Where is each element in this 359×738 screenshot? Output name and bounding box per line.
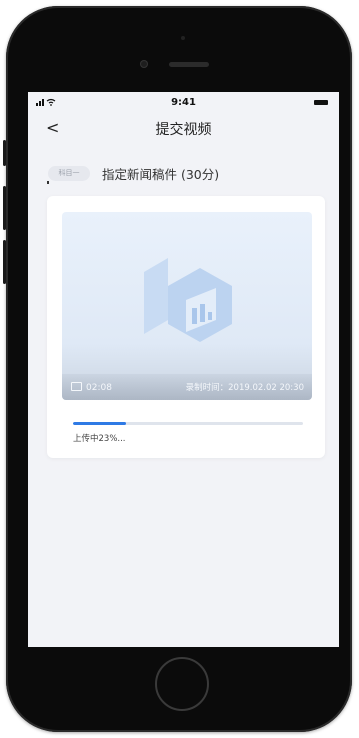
volume-down-button: [3, 240, 6, 284]
subject-tag: 科目一: [48, 166, 90, 181]
nav-bar: < 提交视频: [28, 112, 339, 142]
status-time: 9:41: [171, 97, 196, 108]
home-button[interactable]: [155, 657, 209, 711]
volume-up-button: [3, 186, 6, 230]
status-bar: 9:41: [28, 92, 339, 110]
front-camera: [140, 60, 148, 68]
app-logo-watermark-icon: [144, 258, 232, 342]
subject-header: 科目一 指定新闻稿件 (30分): [44, 164, 334, 184]
subject-title: 指定新闻稿件 (30分): [102, 167, 220, 182]
phone-screen: 9:41 < 提交视频 科目一 指定新闻稿件 (30分) 02:08 录制时间：…: [28, 92, 339, 647]
upload-progress-fill: [73, 422, 126, 425]
video-thumbnail[interactable]: 02:08 录制时间：2019.02.02 20:30: [62, 212, 312, 400]
mute-switch: [3, 140, 6, 166]
subject-marker: [47, 181, 49, 184]
record-time: 录制时间：2019.02.02 20:30: [185, 383, 304, 393]
video-camera-icon: [71, 382, 82, 391]
upload-progress-bar: [73, 422, 303, 425]
page-title: 提交视频: [155, 122, 212, 138]
video-card: 02:08 录制时间：2019.02.02 20:30 上传中23%...: [47, 196, 325, 458]
sensor-dot: [181, 36, 185, 40]
video-duration: 02:08: [86, 383, 112, 393]
battery-icon: [314, 100, 328, 105]
upload-status: 上传中23%...: [73, 434, 126, 444]
earpiece-speaker: [169, 62, 209, 67]
